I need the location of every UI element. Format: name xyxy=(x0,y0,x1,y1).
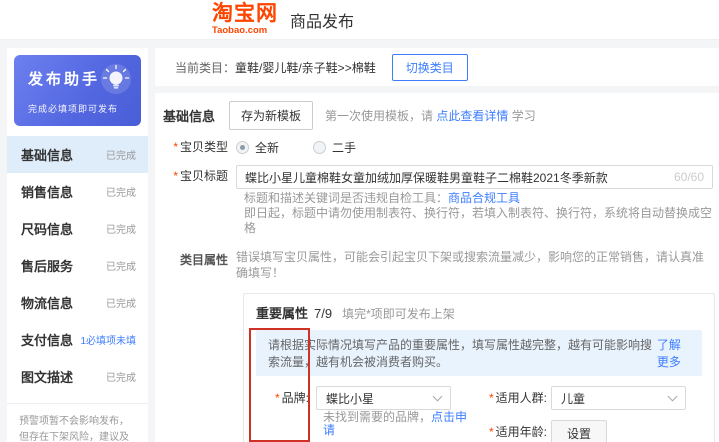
sidebar-warning-note: 预警项暂不会影响发布，但存在下架风险，建议及时整改 xyxy=(7,403,148,442)
required-asterisk: * xyxy=(173,169,178,183)
brand-helper: 未找到需要的品牌，点击申请 xyxy=(323,411,479,437)
status-badge: 已完成 xyxy=(106,295,136,310)
title-helper-1: 标题和描述关键词是否违规自检工具：商品合规工具 xyxy=(244,191,715,206)
item-title-value: 蝶比小星儿童棉鞋女童加绒加厚保暖鞋男童鞋子二棉鞋2021冬季新款 xyxy=(245,169,666,186)
menu-label: 售后服务 xyxy=(21,256,73,275)
category-attr-hint: 错误填写宝贝属性，可能会引起宝贝下架或搜索流量减少，影响您的正常销售，请认真准确… xyxy=(236,249,715,281)
app-header: 淘宝网 Taobao.com 商品发布 xyxy=(0,0,719,40)
logo-cn-text: 淘宝网 xyxy=(212,3,278,24)
item-title-input[interactable]: 蝶比小星儿童棉鞋女童加绒加厚保暖鞋男童鞋子二棉鞋2021冬季新款 60/60 xyxy=(236,165,713,189)
brand-value: 蝶比小星 xyxy=(326,390,374,407)
sidebar-item-size-info[interactable]: 尺码信息 已完成 xyxy=(7,210,148,247)
section-title-basic-info: 基础信息 xyxy=(163,106,219,125)
sidebar-menu: 基础信息 已完成 销售信息 已完成 尺码信息 已完成 售后服务 已完成 物流信息… xyxy=(7,136,148,395)
important-attrs-notice: 请根据实际情况填写产品的重要属性，填写属性越完整，越有可能影响搜索流量，越有机会… xyxy=(256,330,702,376)
radio-label: 二手 xyxy=(332,139,356,156)
view-details-link[interactable]: 点此查看详情 xyxy=(436,109,508,123)
applicable-people-select[interactable]: 儿童 xyxy=(551,386,686,410)
template-hint: 第一次使用模板，请 点此查看详情 学习 xyxy=(325,107,536,124)
status-badge: 已完成 xyxy=(106,221,136,236)
status-badge-warning: 1必填项未填 xyxy=(80,332,136,347)
item-type-radio-group: 全新 二手 xyxy=(236,136,390,158)
save-as-template-button[interactable]: 存为新模板 xyxy=(229,101,313,130)
title-helper-prefix: 标题和描述关键词是否违规自检工具： xyxy=(244,191,448,205)
status-badge: 已完成 xyxy=(106,147,136,162)
sidebar-item-sales-info[interactable]: 销售信息 已完成 xyxy=(7,173,148,210)
template-hint-prefix: 第一次使用模板，请 xyxy=(325,109,436,123)
publish-assistant-card: 发布助手 完成必填项即可发布 xyxy=(14,55,141,126)
status-badge: 已完成 xyxy=(106,369,136,384)
set-age-button[interactable]: 设置 xyxy=(551,420,607,442)
notice-text: 请根据实际情况填写产品的重要属性，填写属性越完整，越有可能影响搜索流量，越有机会… xyxy=(268,336,657,370)
menu-label: 基础信息 xyxy=(21,145,73,164)
applicable-age-label: *适用年龄: xyxy=(489,420,551,442)
logo-en-text: Taobao.com xyxy=(212,26,278,36)
current-category-bar: 当前类目：童鞋/婴儿鞋/亲子鞋>>棉鞋 切换类目 xyxy=(155,48,719,86)
required-asterisk: * xyxy=(173,140,178,154)
important-attrs-subtitle: 填完*项即可发布上架 xyxy=(342,305,455,322)
attrs-right-column: *适用人群: 儿童 *适用年龄: 设置 闭合方式: xyxy=(479,386,714,442)
brand-label: *品牌: xyxy=(254,386,316,410)
menu-label: 支付信息 xyxy=(21,330,73,349)
template-hint-suffix: 学习 xyxy=(508,109,535,123)
char-counter: 60/60 xyxy=(674,170,704,184)
applicable-people-value: 儿童 xyxy=(561,390,585,407)
title-helper-2: 即日起，标题中请勿使用制表符、换行符，若填入制表符、换行符，系统将自动替换成空格 xyxy=(244,206,715,236)
taobao-logo[interactable]: 淘宝网 Taobao.com xyxy=(212,3,278,36)
status-badge: 已完成 xyxy=(106,184,136,199)
brand-select[interactable]: 蝶比小星 xyxy=(316,386,451,410)
learn-more-link[interactable]: 了解更多 xyxy=(657,336,690,370)
menu-label: 尺码信息 xyxy=(21,219,73,238)
applicable-people-label: *适用人群: xyxy=(489,386,551,410)
attrs-left-column: *品牌: 蝶比小星 未找到需要的品牌，点击申请 *适用季节: xyxy=(244,386,479,442)
chevron-down-icon xyxy=(433,391,443,401)
status-badge: 已完成 xyxy=(106,258,136,273)
switch-category-button[interactable]: 切换类目 xyxy=(392,54,468,81)
category-value: 童鞋/婴儿鞋/亲子鞋>>棉鞋 xyxy=(235,61,376,75)
sidebar-item-basic-info[interactable]: 基础信息 已完成 xyxy=(7,136,148,173)
publish-sidebar: 发布助手 完成必填项即可发布 xyxy=(7,48,148,442)
important-attrs-title: 重要属性 xyxy=(256,303,308,322)
radio-second-hand[interactable]: 二手 xyxy=(313,139,356,156)
assistant-subtitle: 完成必填项即可发布 xyxy=(28,102,129,115)
menu-label: 图文描述 xyxy=(21,367,73,386)
item-title-label: *宝贝标题 xyxy=(161,165,236,187)
radio-checked-icon xyxy=(236,141,249,154)
compliance-tool-link[interactable]: 商品合规工具 xyxy=(448,191,520,205)
category-text: 当前类目：童鞋/婴儿鞋/亲子鞋>>棉鞋 xyxy=(175,59,376,76)
item-type-label: *宝贝类型 xyxy=(161,136,236,158)
sidebar-item-logistics-info[interactable]: 物流信息 已完成 xyxy=(7,284,148,321)
important-attributes-box: 重要属性 7/9 填完*项即可发布上架 请根据实际情况填写产品的重要属性，填写属… xyxy=(243,293,715,442)
radio-label: 全新 xyxy=(255,139,279,156)
page-title: 商品发布 xyxy=(290,8,354,32)
brand-helper-text: 未找到需要的品牌， xyxy=(323,410,431,424)
menu-label: 销售信息 xyxy=(21,182,73,201)
radio-unchecked-icon xyxy=(313,141,326,154)
chevron-down-icon xyxy=(668,391,678,401)
sidebar-item-payment-info[interactable]: 支付信息 1必填项未填 xyxy=(7,321,148,358)
category-label: 当前类目： xyxy=(175,61,235,75)
sidebar-item-after-sales[interactable]: 售后服务 已完成 xyxy=(7,247,148,284)
category-attr-label: 类目属性 xyxy=(161,249,236,271)
basic-info-panel: 基础信息 存为新模板 第一次使用模板，请 点此查看详情 学习 *宝贝类型 全新 … xyxy=(155,93,719,442)
sidebar-item-description[interactable]: 图文描述 已完成 xyxy=(7,358,148,395)
important-attrs-count: 7/9 xyxy=(314,306,332,321)
lightbulb-icon xyxy=(97,61,133,100)
radio-brand-new[interactable]: 全新 xyxy=(236,139,279,156)
menu-label: 物流信息 xyxy=(21,293,73,312)
